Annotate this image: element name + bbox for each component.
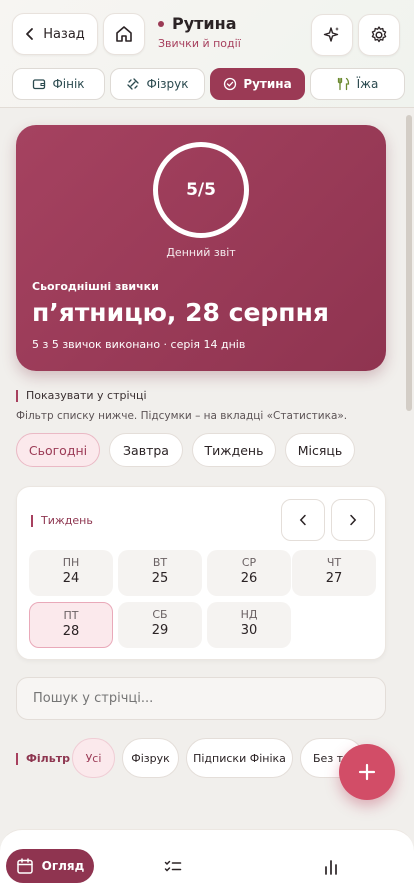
period-selector: Сьогодні Завтра Тиждень Місяць: [16, 433, 355, 467]
tab-label: Фінік: [52, 77, 85, 91]
day-name: ПТ: [63, 609, 79, 622]
daily-summary-card: 5/5 Денний звіт Сьогоднішні звички п’ятн…: [16, 125, 386, 371]
page-title: Рутина: [172, 14, 237, 33]
page-subtitle: Звички й події: [158, 37, 241, 50]
gear-icon: [371, 26, 387, 43]
checklist-icon: [164, 860, 182, 872]
day-monday[interactable]: ПН 24: [29, 550, 113, 596]
day-name: СР: [241, 556, 257, 569]
day-number: 24: [62, 571, 80, 586]
page-title-block: Рутина Звички й події: [158, 14, 241, 50]
nav-habits[interactable]: [161, 855, 185, 879]
sparkle-icon: [323, 27, 339, 42]
day-name: СБ: [152, 608, 168, 621]
section-marker: [16, 752, 18, 765]
ai-assistant-button[interactable]: [311, 14, 353, 56]
top-header: Назад Рутина Звички й події Фінік Фізрук…: [0, 0, 414, 108]
day-name: ПН: [62, 556, 80, 569]
plus-icon: [358, 763, 376, 781]
filter-label: Фільтр: [26, 752, 70, 765]
tab-label: Їжа: [356, 77, 379, 91]
tab-finik[interactable]: Фінік: [12, 68, 105, 100]
filter-chip-all[interactable]: Усі: [72, 738, 115, 778]
chevron-left-icon: [299, 514, 306, 526]
day-name: НД: [240, 608, 258, 621]
period-tomorrow[interactable]: Завтра: [109, 433, 183, 467]
day-number: 27: [325, 571, 343, 586]
day-thursday[interactable]: ЧТ 27: [292, 550, 376, 596]
chevron-left-icon: [26, 28, 34, 40]
day-friday[interactable]: ПТ 28: [29, 602, 113, 648]
bar-chart-icon: [325, 860, 337, 875]
settings-button[interactable]: [358, 14, 400, 56]
progress-value: 5/5: [186, 180, 216, 200]
tab-label: Фізрук: [146, 77, 189, 91]
next-week-button[interactable]: [331, 499, 375, 541]
tab-label: Рутина: [243, 77, 292, 91]
day-number: 26: [240, 571, 258, 586]
module-tabs: Фінік Фізрук Рутина Їжа: [12, 68, 405, 100]
utensils-icon: [337, 77, 349, 91]
progress-ring: 5/5: [153, 142, 249, 238]
day-tuesday[interactable]: ВТ 25: [118, 550, 202, 596]
bottom-navigation: Огляд: [0, 829, 414, 896]
home-button[interactable]: [103, 13, 145, 55]
filter-chip-fizruk[interactable]: Фізрук: [122, 738, 179, 778]
calendar-icon: [16, 858, 33, 874]
day-wednesday[interactable]: СР 26: [207, 550, 291, 596]
day-number: 29: [151, 623, 169, 638]
filter-chips: Усі Фізрук Підписки Фініка Без т: [72, 738, 370, 778]
section-marker: [31, 514, 33, 527]
week-calendar: Тиждень ПН 24 ВТ 25 СР 26 ЧТ 27 ПТ 28 СБ…: [16, 486, 386, 660]
current-date: п’ятницю, 28 серпня: [32, 298, 329, 327]
day-number: 28: [62, 624, 80, 639]
week-heading: Тиждень: [31, 514, 93, 527]
nav-overview[interactable]: Огляд: [6, 849, 94, 883]
filter-hint: Фільтр списку нижче. Підсумки – на вклад…: [16, 410, 348, 422]
check-circle-icon: [224, 77, 237, 91]
day-saturday[interactable]: СБ 29: [118, 602, 202, 648]
dumbbell-icon: [127, 78, 140, 90]
progress-caption: Денний звіт: [166, 246, 236, 259]
show-in-feed-heading: Показувати у стрічці: [16, 389, 147, 402]
filter-heading: Фільтр: [16, 752, 70, 765]
period-week[interactable]: Тиждень: [192, 433, 276, 467]
nav-statistics[interactable]: [319, 855, 343, 879]
prev-week-button[interactable]: [281, 499, 325, 541]
day-number: 30: [240, 623, 258, 638]
tab-yizha[interactable]: Їжа: [310, 68, 405, 100]
scrollbar[interactable]: [406, 115, 412, 411]
day-name: ЧТ: [326, 556, 342, 569]
back-button[interactable]: Назад: [12, 13, 98, 55]
back-label: Назад: [43, 26, 85, 42]
feed-search-input[interactable]: [16, 677, 386, 720]
day-name: ВТ: [152, 556, 168, 569]
wallet-icon: [33, 79, 46, 90]
day-number: 25: [151, 571, 169, 586]
period-month[interactable]: Місяць: [285, 433, 355, 467]
home-icon: [116, 26, 132, 42]
chevron-right-icon: [350, 514, 357, 526]
habits-heading: Сьогоднішні звички: [32, 280, 159, 293]
day-sunday[interactable]: НД 30: [207, 602, 291, 648]
add-button[interactable]: [339, 744, 395, 800]
week-title: Тиждень: [41, 514, 93, 527]
show-in-feed-label: Показувати у стрічці: [26, 389, 147, 402]
status-dot: [158, 20, 164, 27]
habits-meta: 5 з 5 звичок виконано · серія 14 днів: [32, 338, 246, 351]
nav-overview-label: Огляд: [41, 859, 85, 873]
filter-chip-finik-subscriptions[interactable]: Підписки Фініка: [186, 738, 293, 778]
period-today[interactable]: Сьогодні: [16, 433, 100, 467]
section-marker: [16, 389, 18, 402]
tab-rutyna[interactable]: Рутина: [210, 68, 305, 100]
tab-fizruk[interactable]: Фізрук: [110, 68, 205, 100]
